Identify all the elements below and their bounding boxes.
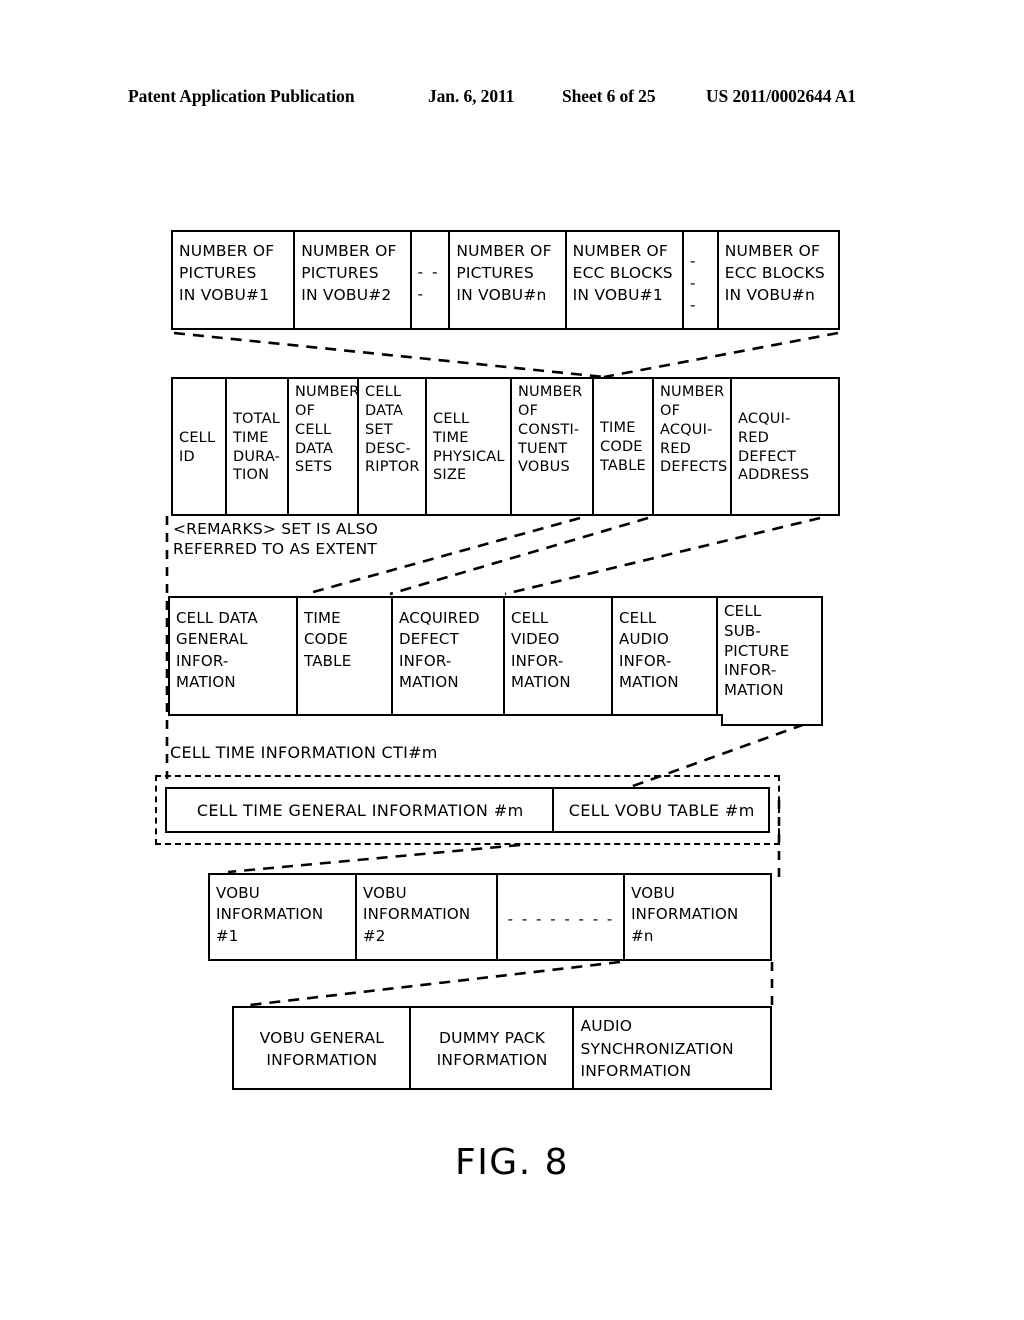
table-cell: TIME CODE TABLE (594, 379, 654, 514)
table-cell: VOBU INFORMATION #n (625, 875, 771, 959)
cell-time-information-table: CELL TIME GENERAL INFORMATION #m CELL VO… (165, 787, 770, 833)
vobu-picture-ecc-table: NUMBER OF PICTURES IN VOBU#1 NUMBER OF P… (171, 230, 840, 330)
table-cell: VOBU INFORMATION #2 (356, 875, 498, 959)
cell-data-set-table: CELL DATA GENERAL INFOR- MATION TIME COD… (168, 596, 823, 716)
table-cell: VOBU GENERAL INFORMATION (234, 1008, 411, 1088)
table-cell: NUMBER OF CONSTI- TUENT VOBUS (512, 379, 594, 514)
table-cell: TOTAL TIME DURA- TION (227, 379, 289, 514)
table-cell: ACQUIRED DEFECT INFOR- MATION (393, 598, 505, 714)
figure-label: FIG. 8 (454, 1142, 569, 1183)
table-cell: NUMBER OF CELL DATA SETS (289, 379, 359, 514)
table-cell: CELL DATA GENERAL INFOR- MATION (170, 598, 298, 714)
table-cell: NUMBER OF ACQUI- RED DEFECTS (654, 379, 732, 514)
ellipsis-cell: - - - - - - - - (497, 875, 626, 959)
table-cell: CELL VOBU TABLE #m (554, 789, 768, 831)
table-cell: VOBU INFORMATION #1 (210, 875, 357, 959)
cell-general-information-table: CELL ID TOTAL TIME DURA- TION NUMBER OF … (171, 377, 840, 516)
ellipsis-cell: - - - (411, 232, 451, 328)
vobu-detail-table: VOBU GENERAL INFORMATION DUMMY PACK INFO… (232, 1006, 772, 1090)
cell-time-information-label: CELL TIME INFORMATION CTI#m (170, 743, 438, 762)
table-cell: CELL ID (173, 379, 227, 514)
table-cell: CELL DATA SET DESC- RIPTOR (359, 379, 427, 514)
table-cell: ACQUI- RED DEFECT ADDRESS (732, 379, 837, 514)
remarks-note: <REMARKS> SET IS ALSO REFERRED TO AS EXT… (173, 520, 379, 559)
table-cell: CELL TIME GENERAL INFORMATION #m (167, 789, 555, 831)
table-cell: NUMBER OF PICTURES IN VOBU#2 (295, 232, 412, 328)
table-cell: NUMBER OF PICTURES IN VOBU#1 (173, 232, 296, 328)
table-cell: NUMBER OF PICTURES IN VOBU#n (450, 232, 567, 328)
table-cell: DUMMY PACK INFORMATION (410, 1008, 575, 1088)
table-cell: CELL AUDIO INFOR- MATION (613, 598, 718, 714)
vobu-information-table: VOBU INFORMATION #1 VOBU INFORMATION #2 … (208, 873, 772, 961)
table-cell: AUDIO SYNCHRONIZATION INFORMATION (574, 1008, 770, 1088)
table-cell: CELL TIME PHYSICAL SIZE (427, 379, 512, 514)
figure-8-diagram: NUMBER OF PICTURES IN VOBU#1 NUMBER OF P… (0, 0, 1024, 1320)
table-cell: NUMBER OF ECC BLOCKS IN VOBU#1 (566, 232, 684, 328)
table-cell: CELL SUB- PICTURE INFOR- MATION (718, 598, 820, 714)
table-cell-overflow-box (721, 714, 823, 726)
table-cell: CELL VIDEO INFOR- MATION (505, 598, 613, 714)
table-cell: NUMBER OF ECC BLOCKS IN VOBU#n (718, 232, 838, 328)
table-cell: TIME CODE TABLE (298, 598, 393, 714)
ellipsis-cell: - - - (683, 232, 719, 328)
